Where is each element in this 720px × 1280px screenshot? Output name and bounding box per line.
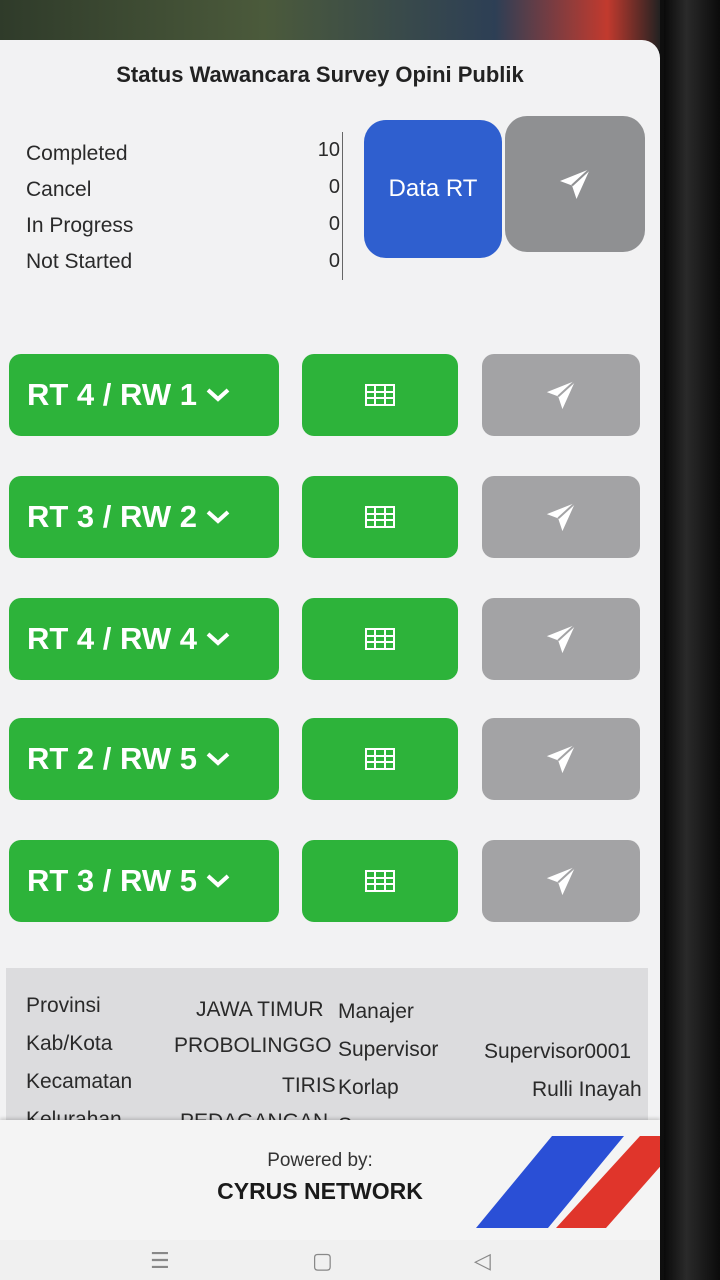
phone-side-edge <box>664 0 720 1280</box>
kab-label: Kab/Kota <box>26 1032 113 1055</box>
paper-plane-icon <box>546 866 576 896</box>
rt-label: RT 4 / RW 4 <box>27 621 197 656</box>
korlap-label: Korlap <box>338 1076 399 1099</box>
send-button[interactable] <box>482 598 640 680</box>
chevron-down-icon <box>206 388 230 402</box>
table-grid-icon <box>365 506 395 528</box>
system-nav-bar: ☰ ▢ ◁ <box>0 1240 660 1280</box>
provinsi-value: JAWA TIMUR <box>196 998 324 1021</box>
kecamatan-value: TIRIS <box>282 1074 336 1097</box>
status-value-in-progress: 0 <box>328 213 340 235</box>
rt-dropdown-button[interactable]: RT 3 / RW 5 <box>9 840 279 922</box>
back-icon[interactable]: ◁ <box>474 1248 491 1274</box>
rt-label: RT 3 / RW 2 <box>27 499 197 534</box>
paper-plane-icon <box>546 744 576 774</box>
status-labels: Completed Cancel In Progress Not Started <box>26 136 133 280</box>
location-info-panel: Provinsi JAWA TIMUR Kab/Kota PROBOLINGGO… <box>6 968 648 1138</box>
paper-plane-icon <box>546 502 576 532</box>
status-label-completed: Completed <box>26 142 128 165</box>
rt-row: RT 4 / RW 4 <box>0 598 660 682</box>
data-rt-label: Data RT <box>388 175 478 202</box>
rt-label: RT 2 / RW 5 <box>27 741 197 776</box>
table-view-button[interactable] <box>302 840 458 922</box>
status-value-cancel: 0 <box>328 176 340 198</box>
table-grid-icon <box>365 384 395 406</box>
send-button[interactable] <box>482 840 640 922</box>
menu-icon[interactable]: ☰ <box>150 1248 170 1274</box>
paper-plane-icon <box>546 380 576 410</box>
kecamatan-label: Kecamatan <box>26 1070 133 1093</box>
rt-row: RT 3 / RW 5 <box>0 840 660 924</box>
table-grid-icon <box>365 628 395 650</box>
send-button[interactable] <box>482 476 640 558</box>
table-grid-icon <box>365 870 395 892</box>
status-value-not-started: 0 <box>328 250 340 272</box>
rt-dropdown-button[interactable]: RT 4 / RW 1 <box>9 354 279 436</box>
table-view-button[interactable] <box>302 718 458 800</box>
app-screen: Status Wawancara Survey Opini Publik Com… <box>0 40 660 1280</box>
rt-dropdown-button[interactable]: RT 4 / RW 4 <box>9 598 279 680</box>
page-title: Status Wawancara Survey Opini Publik <box>116 62 524 87</box>
send-button[interactable] <box>482 718 640 800</box>
brand-logo-icon <box>476 1136 660 1228</box>
rt-dropdown-button[interactable]: RT 3 / RW 2 <box>9 476 279 558</box>
status-values: 10 0 0 0 <box>300 132 343 280</box>
status-value-completed: 10 <box>317 139 340 161</box>
rt-row: RT 3 / RW 2 <box>0 476 660 560</box>
chevron-down-icon <box>206 874 230 888</box>
chevron-down-icon <box>206 510 230 524</box>
rt-row: RT 4 / RW 1 <box>0 354 660 438</box>
status-label-in-progress: In Progress <box>26 214 134 237</box>
data-rt-button[interactable]: Data RT <box>364 120 502 258</box>
kab-value: PROBOLINGGO <box>174 1034 332 1057</box>
status-label-cancel: Cancel <box>26 178 92 201</box>
paper-plane-icon <box>560 168 591 199</box>
send-button[interactable] <box>482 354 640 436</box>
rt-dropdown-button[interactable]: RT 2 / RW 5 <box>9 718 279 800</box>
supervisor-label: Supervisor <box>338 1038 439 1061</box>
provinsi-label: Provinsi <box>26 994 101 1017</box>
footer: Powered by: CYRUS NETWORK <box>0 1120 660 1240</box>
paper-plane-icon <box>546 624 576 654</box>
table-view-button[interactable] <box>302 598 458 680</box>
supervisor-value: Supervisor0001 <box>484 1040 632 1063</box>
table-view-button[interactable] <box>302 354 458 436</box>
table-view-button[interactable] <box>302 476 458 558</box>
korlap-value: Rulli Inayah <box>532 1078 642 1101</box>
send-all-button[interactable] <box>505 116 645 252</box>
status-label-not-started: Not Started <box>26 250 133 273</box>
rt-label: RT 4 / RW 1 <box>27 377 197 412</box>
table-grid-icon <box>365 748 395 770</box>
rt-label: RT 3 / RW 5 <box>27 863 197 898</box>
rt-row: RT 2 / RW 5 <box>0 718 660 802</box>
home-icon[interactable]: ▢ <box>312 1248 333 1274</box>
chevron-down-icon <box>206 632 230 646</box>
chevron-down-icon <box>206 752 230 766</box>
manajer-label: Manajer <box>338 1000 414 1023</box>
